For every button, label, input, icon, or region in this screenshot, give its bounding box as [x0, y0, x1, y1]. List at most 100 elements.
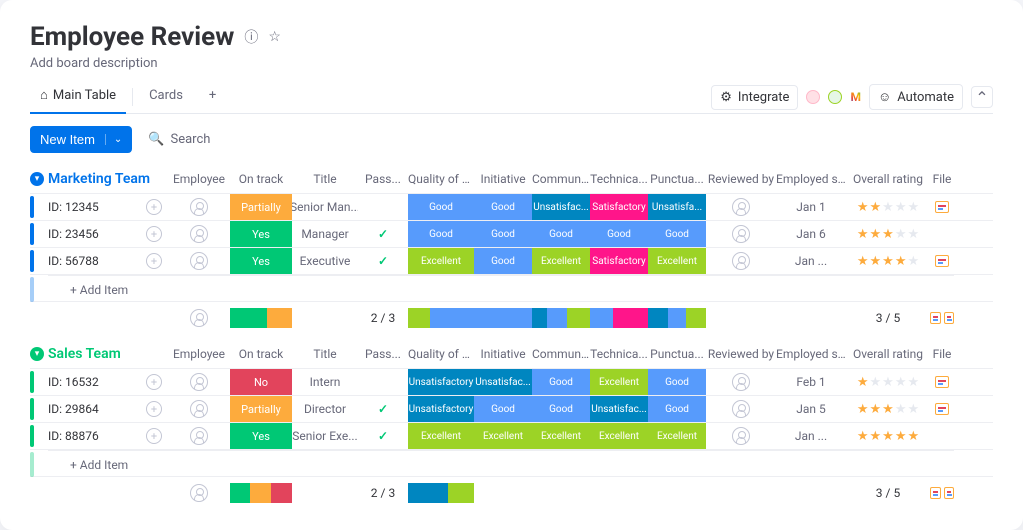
add-item-label[interactable]: + Add Item	[48, 275, 954, 304]
technical-cell[interactable]: Satisfactory	[590, 248, 648, 274]
initiative-cell[interactable]: Excellent	[474, 423, 532, 449]
table-row[interactable]: ID: 29864+ Partially Director ✓ Unsatisf…	[30, 395, 993, 422]
table-row[interactable]: ID: 56788+ Yes Executive ✓ Excellent Goo…	[30, 247, 993, 274]
search-button[interactable]: 🔍 Search	[148, 132, 210, 147]
file-cell[interactable]	[930, 194, 954, 220]
quality-cell[interactable]: Unsatisfactory	[408, 369, 474, 395]
title-cell[interactable]: Executive	[292, 248, 358, 274]
title-cell[interactable]: Intern	[292, 369, 358, 395]
table-row[interactable]: ID: 23456+ Yes Manager ✓ Good Good Good …	[30, 220, 993, 247]
initiative-cell[interactable]: Good	[474, 396, 532, 422]
pass-cell[interactable]: ✓	[358, 396, 408, 422]
col-pass[interactable]: Pass...	[358, 172, 408, 186]
employed-since-cell[interactable]: Feb 1	[776, 369, 846, 395]
employed-since-cell[interactable]: Jan ...	[776, 248, 846, 274]
overall-rating-cell[interactable]: ★★★★★	[846, 396, 930, 422]
collapse-group-icon[interactable]: ▾	[30, 347, 44, 361]
punctuality-cell[interactable]: Excellent	[648, 248, 706, 274]
integrate-button[interactable]: ⚙ Integrate	[711, 85, 798, 110]
communication-cell[interactable]: Unsatisfac...	[532, 194, 590, 220]
ontrack-cell[interactable]: Yes	[230, 248, 292, 274]
col-employed[interactable]: Employed s...	[776, 347, 846, 361]
collapse-header-button[interactable]: ⌃	[971, 86, 993, 108]
overall-rating-cell[interactable]: ★★★★★	[846, 369, 930, 395]
technical-cell[interactable]: Excellent	[590, 423, 648, 449]
reviewed-by-cell[interactable]	[706, 423, 776, 449]
col-technical[interactable]: Technica...	[590, 172, 648, 186]
expand-icon[interactable]: +	[146, 226, 162, 242]
col-file[interactable]: File	[930, 347, 954, 361]
punctuality-cell[interactable]: Good	[648, 396, 706, 422]
overall-rating-cell[interactable]: ★★★★★	[846, 221, 930, 247]
item-name-cell[interactable]: ID: 16532+	[48, 369, 168, 395]
punctuality-cell[interactable]: Good	[648, 221, 706, 247]
item-name-cell[interactable]: ID: 88876+	[48, 423, 168, 449]
employee-cell[interactable]	[168, 396, 230, 422]
employee-cell[interactable]	[168, 423, 230, 449]
reviewed-by-cell[interactable]	[706, 396, 776, 422]
item-name-cell[interactable]: ID: 56788+	[48, 248, 168, 274]
pass-cell[interactable]: ✓	[358, 423, 408, 449]
pass-cell[interactable]: ✓	[358, 248, 408, 274]
reviewed-by-cell[interactable]	[706, 369, 776, 395]
group-name[interactable]: Sales Team	[48, 346, 168, 362]
table-row[interactable]: ID: 88876+ Yes Senior Exe... ✓ Excellent…	[30, 422, 993, 449]
reviewed-by-cell[interactable]	[706, 221, 776, 247]
col-quality[interactable]: Quality of w...	[408, 347, 474, 361]
title-cell[interactable]: Manager	[292, 221, 358, 247]
col-communication[interactable]: Communi...	[532, 172, 590, 186]
col-overall[interactable]: Overall rating	[846, 172, 930, 186]
pass-cell[interactable]	[358, 369, 408, 395]
overall-rating-cell[interactable]: ★★★★★	[846, 423, 930, 449]
ontrack-cell[interactable]: Partially	[230, 396, 292, 422]
item-name-cell[interactable]: ID: 12345+	[48, 194, 168, 220]
col-punctuality[interactable]: Punctua...	[648, 172, 706, 186]
initiative-cell[interactable]: Good	[474, 248, 532, 274]
new-item-button[interactable]: New Item ⌄	[30, 126, 132, 153]
technical-cell[interactable]: Unsatisfac...	[590, 396, 648, 422]
col-title[interactable]: Title	[292, 172, 358, 186]
collapse-group-icon[interactable]: ▾	[30, 172, 44, 186]
table-row[interactable]: ID: 12345+ Partially Senior Man... Good …	[30, 193, 993, 220]
integration-badge-1[interactable]	[806, 90, 820, 104]
group-name[interactable]: Marketing Team	[48, 171, 168, 187]
punctuality-cell[interactable]: Excellent	[648, 423, 706, 449]
gmail-icon[interactable]: M	[850, 90, 861, 104]
overall-rating-cell[interactable]: ★★★★★	[846, 248, 930, 274]
communication-cell[interactable]: Excellent	[532, 423, 590, 449]
col-initiative[interactable]: Initiative	[474, 172, 532, 186]
pass-cell[interactable]: ✓	[358, 221, 408, 247]
overall-rating-cell[interactable]: ★★★★★	[846, 194, 930, 220]
col-overall[interactable]: Overall rating	[846, 347, 930, 361]
employed-since-cell[interactable]: Jan 1	[776, 194, 846, 220]
initiative-cell[interactable]: Good	[474, 194, 532, 220]
automate-button[interactable]: ☺ Automate	[869, 84, 963, 110]
col-employed[interactable]: Employed s...	[776, 172, 846, 186]
col-punctuality[interactable]: Punctua...	[648, 347, 706, 361]
expand-icon[interactable]: +	[146, 199, 162, 215]
communication-cell[interactable]: Good	[532, 369, 590, 395]
expand-icon[interactable]: +	[146, 253, 162, 269]
ontrack-cell[interactable]: Yes	[230, 221, 292, 247]
punctuality-cell[interactable]: Good	[648, 369, 706, 395]
col-ontrack[interactable]: On track	[230, 172, 292, 186]
file-cell[interactable]	[930, 369, 954, 395]
quality-cell[interactable]: Excellent	[408, 248, 474, 274]
quality-cell[interactable]: Good	[408, 194, 474, 220]
technical-cell[interactable]: Satisfactory	[590, 194, 648, 220]
reviewed-by-cell[interactable]	[706, 248, 776, 274]
pass-cell[interactable]	[358, 194, 408, 220]
employed-since-cell[interactable]: Jan 6	[776, 221, 846, 247]
col-reviewed[interactable]: Reviewed by	[706, 172, 776, 186]
quality-cell[interactable]: Excellent	[408, 423, 474, 449]
item-name-cell[interactable]: ID: 29864+	[48, 396, 168, 422]
punctuality-cell[interactable]: Unsatisfa...	[648, 194, 706, 220]
title-cell[interactable]: Senior Exe...	[292, 423, 358, 449]
col-initiative[interactable]: Initiative	[474, 347, 532, 361]
tab-main-table[interactable]: ⌂ Main Table	[30, 81, 126, 113]
communication-cell[interactable]: Good	[532, 221, 590, 247]
col-reviewed[interactable]: Reviewed by	[706, 347, 776, 361]
col-pass[interactable]: Pass...	[358, 347, 408, 361]
table-row[interactable]: ID: 16532+ No Intern Unsatisfactory Unsa…	[30, 368, 993, 395]
title-cell[interactable]: Director	[292, 396, 358, 422]
